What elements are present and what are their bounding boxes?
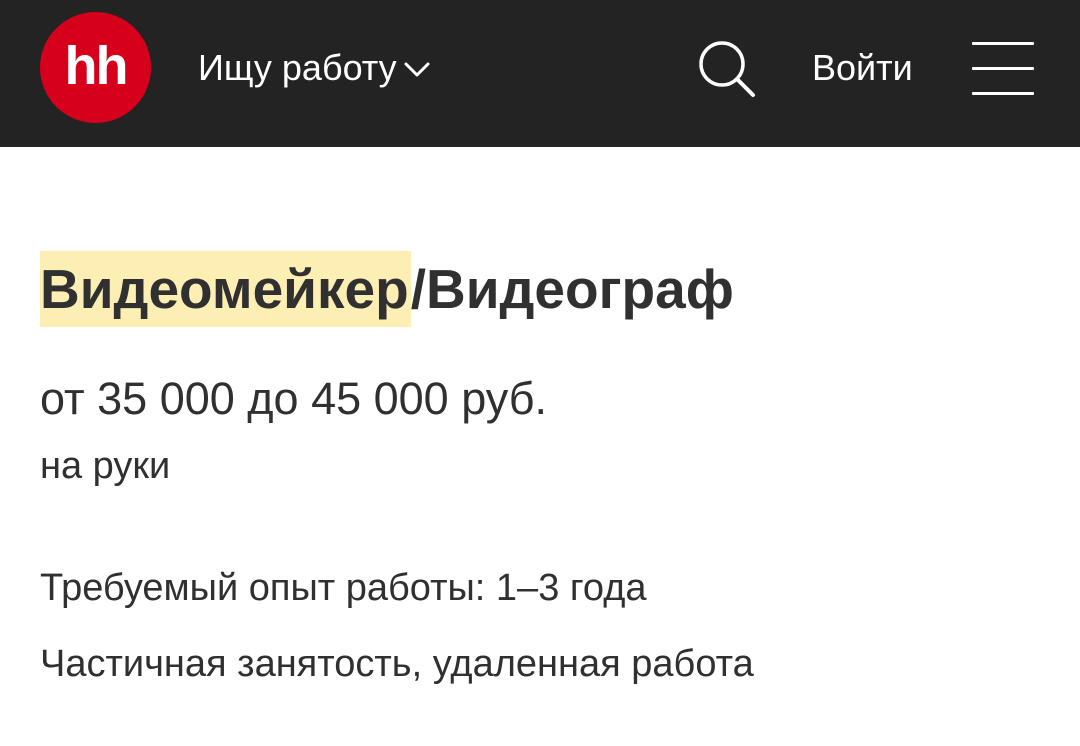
menu-line-icon [972,42,1034,45]
mode-switch-label: Ищу работу [198,47,397,88]
search-icon [699,41,755,97]
employment-type: Частичная занятость, удаленная работа [40,643,754,685]
hamburger-menu-button[interactable] [972,42,1034,96]
vacancy-title-highlight: Видеомейкер [40,251,411,327]
vacancy-title: Видеомейкер/Видеограф [40,251,734,327]
salary-note: на руки [40,445,171,487]
required-experience: Требуемый опыт работы: 1–3 года [40,567,647,609]
logo-text: hh [64,35,129,96]
vacancy-salary: от 35 000 до 45 000 руб. [40,373,548,424]
top-navigation-bar: hh Ищу работу Войти [0,0,1080,147]
menu-line-icon [972,67,1034,70]
search-button[interactable] [697,39,757,99]
vacancy-title-rest: /Видеограф [410,258,734,320]
hh-logo[interactable]: hh [40,12,151,123]
chevron-down-icon [403,60,431,80]
job-seeker-mode-switch[interactable]: Ищу работу [198,44,431,92]
menu-line-icon [972,92,1034,95]
login-button[interactable]: Войти [812,44,913,92]
